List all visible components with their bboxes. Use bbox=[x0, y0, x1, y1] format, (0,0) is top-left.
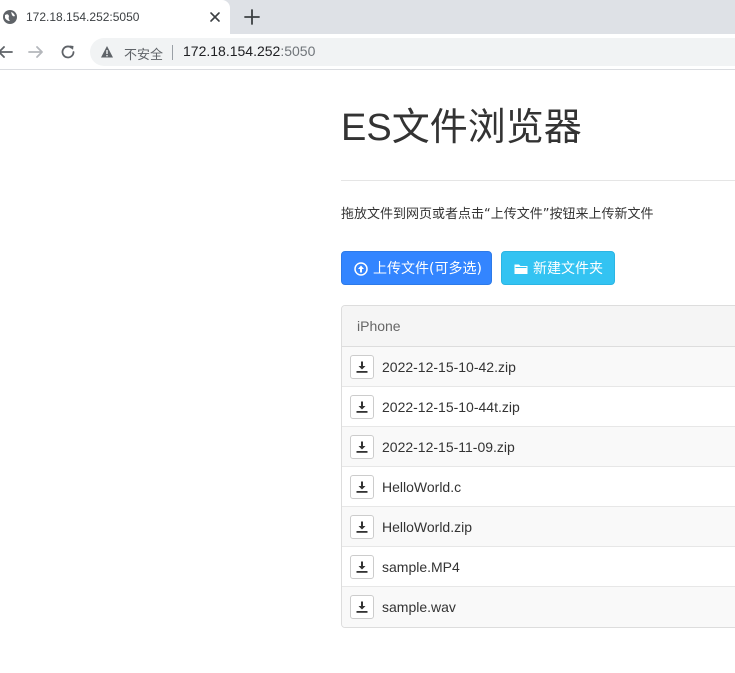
file-name[interactable]: HelloWorld.c bbox=[382, 479, 461, 495]
file-row[interactable]: sample.MP4 bbox=[342, 547, 735, 587]
warning-icon[interactable] bbox=[100, 45, 114, 59]
download-icon bbox=[356, 601, 368, 613]
download-icon bbox=[356, 361, 368, 373]
file-row[interactable]: 2022-12-15-10-42.zip bbox=[342, 347, 735, 387]
device-name: iPhone bbox=[357, 318, 401, 334]
download-button[interactable] bbox=[350, 515, 374, 539]
new-folder-button[interactable]: 新建文件夹 bbox=[501, 251, 615, 285]
divider bbox=[341, 180, 735, 181]
omnibox-divider bbox=[172, 45, 173, 60]
download-button[interactable] bbox=[350, 475, 374, 499]
upload-hint: 拖放文件到网页或者点击“上传文件”按钮来上传新文件 bbox=[341, 207, 654, 222]
download-icon bbox=[356, 481, 368, 493]
url-port: :5050 bbox=[280, 43, 316, 59]
upload-circle-icon bbox=[354, 262, 368, 276]
reload-icon[interactable] bbox=[59, 43, 77, 61]
file-row[interactable]: HelloWorld.c bbox=[342, 467, 735, 507]
globe-icon bbox=[3, 10, 17, 24]
url-text[interactable]: 172.18.154.252:5050 bbox=[183, 43, 315, 59]
panel-heading: iPhone bbox=[342, 306, 735, 347]
download-button[interactable] bbox=[350, 355, 374, 379]
file-name[interactable]: 2022-12-15-10-42.zip bbox=[382, 359, 516, 375]
download-icon bbox=[356, 441, 368, 453]
file-name[interactable]: 2022-12-15-11-09.zip bbox=[382, 439, 515, 455]
file-name[interactable]: HelloWorld.zip bbox=[382, 519, 472, 535]
arrow-right-icon[interactable] bbox=[27, 43, 45, 61]
download-button[interactable] bbox=[350, 395, 374, 419]
plus-icon[interactable] bbox=[243, 8, 261, 26]
download-button[interactable] bbox=[350, 595, 374, 619]
browser-tab[interactable]: 172.18.154.252:5050 bbox=[0, 0, 230, 34]
arrow-left-icon[interactable] bbox=[0, 43, 14, 61]
browser-toolbar: 不安全 172.18.154.252:5050 bbox=[0, 34, 735, 70]
address-bar[interactable]: 不安全 172.18.154.252:5050 bbox=[90, 38, 735, 66]
tab-strip: 172.18.154.252:5050 bbox=[0, 0, 735, 34]
download-icon bbox=[356, 401, 368, 413]
file-row[interactable]: sample.wav bbox=[342, 587, 735, 627]
close-icon[interactable] bbox=[207, 9, 223, 25]
new-folder-button-label: 新建文件夹 bbox=[533, 261, 603, 277]
file-row[interactable]: HelloWorld.zip bbox=[342, 507, 735, 547]
download-button[interactable] bbox=[350, 555, 374, 579]
file-row[interactable]: 2022-12-15-11-09.zip bbox=[342, 427, 735, 467]
security-label[interactable]: 不安全 bbox=[124, 44, 163, 63]
download-icon bbox=[356, 561, 368, 573]
upload-button[interactable]: 上传文件(可多选) bbox=[341, 251, 492, 285]
page-title: ES文件浏览器 bbox=[341, 107, 582, 149]
download-button[interactable] bbox=[350, 435, 374, 459]
url-host: 172.18.154.252 bbox=[183, 43, 281, 59]
file-name[interactable]: sample.wav bbox=[382, 599, 456, 615]
file-list-panel: iPhone 2022-12-15-10-42.zip 2022-12-15-1… bbox=[341, 305, 735, 628]
folder-icon bbox=[514, 264, 528, 274]
file-name[interactable]: sample.MP4 bbox=[382, 559, 460, 575]
file-row[interactable]: 2022-12-15-10-44t.zip bbox=[342, 387, 735, 427]
download-icon bbox=[356, 521, 368, 533]
file-name[interactable]: 2022-12-15-10-44t.zip bbox=[382, 399, 520, 415]
tab-title: 172.18.154.252:5050 bbox=[26, 10, 140, 24]
upload-button-label: 上传文件(可多选) bbox=[373, 261, 482, 277]
